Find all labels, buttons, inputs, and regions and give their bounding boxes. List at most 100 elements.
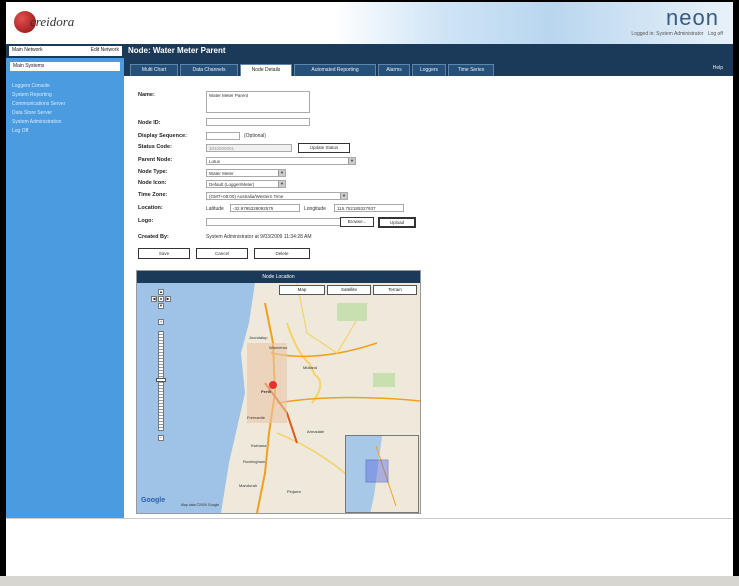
status-code-field: 3032000001 xyxy=(206,144,292,152)
tab-node-details[interactable]: Node Details xyxy=(240,64,292,76)
map-overview[interactable] xyxy=(345,435,419,513)
help-link[interactable]: Help xyxy=(713,65,723,71)
update-status-button[interactable]: Update Status xyxy=(298,143,350,153)
tab-bar: Multi Chart Data Channels Node Details A… xyxy=(124,58,733,76)
tab-data-channels[interactable]: Data Channels xyxy=(180,64,238,76)
login-info: Logged in: System Administrator Log off xyxy=(628,31,723,37)
tab-time-series[interactable]: Time Series xyxy=(448,64,494,76)
browse-button[interactable]: Browse... xyxy=(340,217,374,227)
pan-right-icon[interactable]: ▶ xyxy=(165,296,171,302)
parent-node-select[interactable]: Lotus ▼ xyxy=(206,157,356,165)
edit-network-link[interactable]: Edit Network xyxy=(91,47,119,55)
sidebar-item-system-reporting[interactable]: System Reporting xyxy=(6,90,124,99)
created-by-value: System Administrator at 9/03/2009 11:34:… xyxy=(206,234,312,240)
map-label-kwinana: Kwinana xyxy=(251,443,267,448)
map-type-terrain-button[interactable]: Terrain xyxy=(373,285,417,295)
node-icon-select[interactable]: Default (Logger/Meter) ▼ xyxy=(206,180,286,188)
taskbar xyxy=(0,576,739,586)
brand-logo[interactable]: creidora xyxy=(14,11,74,33)
longitude-field[interactable]: 115.752185327937 xyxy=(334,204,404,212)
tab-automated-reporting[interactable]: Automated Reporting xyxy=(294,64,376,76)
login-text: Logged in: System Administrator xyxy=(631,31,704,37)
sidebar-item-loggers-console[interactable]: Loggers Console xyxy=(6,81,124,90)
top-bar: Main Network Edit Network Node: Water Me… xyxy=(6,44,733,58)
map-type-map-button[interactable]: Map xyxy=(279,285,325,295)
map-label-fremantle: Fremantle xyxy=(247,415,266,420)
time-zone-value: (GMT+08:00) Australia/Western Time xyxy=(209,194,284,199)
tab-loggers[interactable]: Loggers xyxy=(412,64,446,76)
latitude-label: Latitude xyxy=(206,206,224,212)
logo-label: Logo: xyxy=(138,218,154,224)
chevron-down-icon: ▼ xyxy=(348,158,355,164)
map-label-joondalup: Joondalup xyxy=(249,335,268,340)
brand-word: creidora xyxy=(30,14,75,29)
map-label-midland: Midland xyxy=(303,365,318,370)
zoom-in-icon[interactable]: + xyxy=(158,319,164,325)
pan-left-icon[interactable]: ◀ xyxy=(151,296,157,302)
logout-link[interactable]: Log off xyxy=(708,31,723,37)
time-zone-label: Time Zone: xyxy=(138,192,168,198)
display-sequence-field[interactable] xyxy=(206,132,240,140)
tab-multi-chart[interactable]: Multi Chart xyxy=(130,64,178,76)
sidebar-item-communications-server[interactable]: Communications Server xyxy=(6,99,124,108)
zoom-slider-handle[interactable] xyxy=(156,378,166,382)
cancel-button[interactable]: Cancel xyxy=(196,248,248,259)
sidebar: Main Systems Loggers Console System Repo… xyxy=(6,58,124,518)
created-by-label: Created By: xyxy=(138,234,169,240)
location-label: Location: xyxy=(138,205,163,211)
longitude-label: Longitude xyxy=(304,206,326,212)
sidebar-item-system-administration[interactable]: System Administration xyxy=(6,117,124,126)
map-label-perth: Perth xyxy=(261,389,272,394)
map-label-pinjarra: Pinjarra xyxy=(287,489,301,494)
logo-file-field[interactable] xyxy=(206,218,342,226)
node-id-field[interactable] xyxy=(206,118,310,126)
pan-center-icon[interactable]: ● xyxy=(158,296,164,302)
optional-note: (Optional) xyxy=(244,133,266,139)
sidebar-item-log-off[interactable]: Log Off xyxy=(6,126,124,135)
map-data-note: Map data ©2009 Google xyxy=(181,503,220,507)
node-location-panel: Node Location Joondalup Wanneroo Midland… xyxy=(136,270,421,514)
name-label: Name: xyxy=(138,92,155,98)
chevron-down-icon: ▼ xyxy=(278,181,285,187)
network-select[interactable]: Main Network Edit Network xyxy=(9,46,122,56)
parent-node-label: Parent Node: xyxy=(138,157,173,163)
google-logo: Google xyxy=(141,497,166,504)
page-title: Node: Water Meter Parent xyxy=(128,46,226,55)
sidebar-item-data-store-server[interactable]: Data Store Server xyxy=(6,108,124,117)
node-type-label: Node Type: xyxy=(138,169,168,175)
map-view[interactable]: Joondalup Wanneroo Midland Perth Fremant… xyxy=(137,283,420,513)
node-id-label: Node ID: xyxy=(138,120,161,126)
sidebar-menu: Loggers Console System Reporting Communi… xyxy=(6,81,124,135)
name-field[interactable]: Water Meter Parent xyxy=(206,91,310,113)
node-icon-label: Node Icon: xyxy=(138,180,167,186)
network-label: Main Network xyxy=(12,47,43,53)
map-label-mandurah: Mandurah xyxy=(239,483,258,488)
save-button[interactable]: Save xyxy=(138,248,190,259)
node-icon-value: Default (Logger/Meter) xyxy=(209,182,255,187)
latitude-field[interactable]: -32.9795328092575 xyxy=(230,204,300,212)
chevron-down-icon: ▼ xyxy=(340,193,347,199)
page-footer xyxy=(6,518,733,576)
chevron-down-icon: ▼ xyxy=(278,170,285,176)
overview-tiles xyxy=(346,436,418,512)
browser-window: creidora neon Logged in: System Administ… xyxy=(6,2,733,576)
map-panel-title: Node Location xyxy=(137,271,420,283)
delete-button[interactable]: Delete xyxy=(254,248,310,259)
map-label-rockingham: Rockingham xyxy=(243,459,266,464)
parent-node-value: Lotus xyxy=(209,159,221,164)
status-code-label: Status Code: xyxy=(138,144,172,150)
map-label-armadale: Armadale xyxy=(307,429,325,434)
zoom-out-icon[interactable]: − xyxy=(158,435,164,441)
upload-button[interactable]: Upload xyxy=(378,217,416,228)
system-select[interactable]: Main Systems xyxy=(10,62,120,71)
time-zone-select[interactable]: (GMT+08:00) Australia/Western Time ▼ xyxy=(206,192,348,200)
pan-up-icon[interactable]: ▲ xyxy=(158,289,164,295)
app-name: neon xyxy=(666,5,719,30)
node-type-select[interactable]: Water Meter ▼ xyxy=(206,169,286,177)
pan-down-icon[interactable]: ▼ xyxy=(158,303,164,309)
tab-alarms[interactable]: Alarms xyxy=(378,64,410,76)
map-type-satellite-button[interactable]: Satellite xyxy=(327,285,371,295)
app-banner: creidora neon Logged in: System Administ… xyxy=(6,2,733,44)
node-details-panel: Name: Water Meter Parent Node ID: Displa… xyxy=(124,76,733,518)
map-label-wanneroo: Wanneroo xyxy=(269,345,288,350)
